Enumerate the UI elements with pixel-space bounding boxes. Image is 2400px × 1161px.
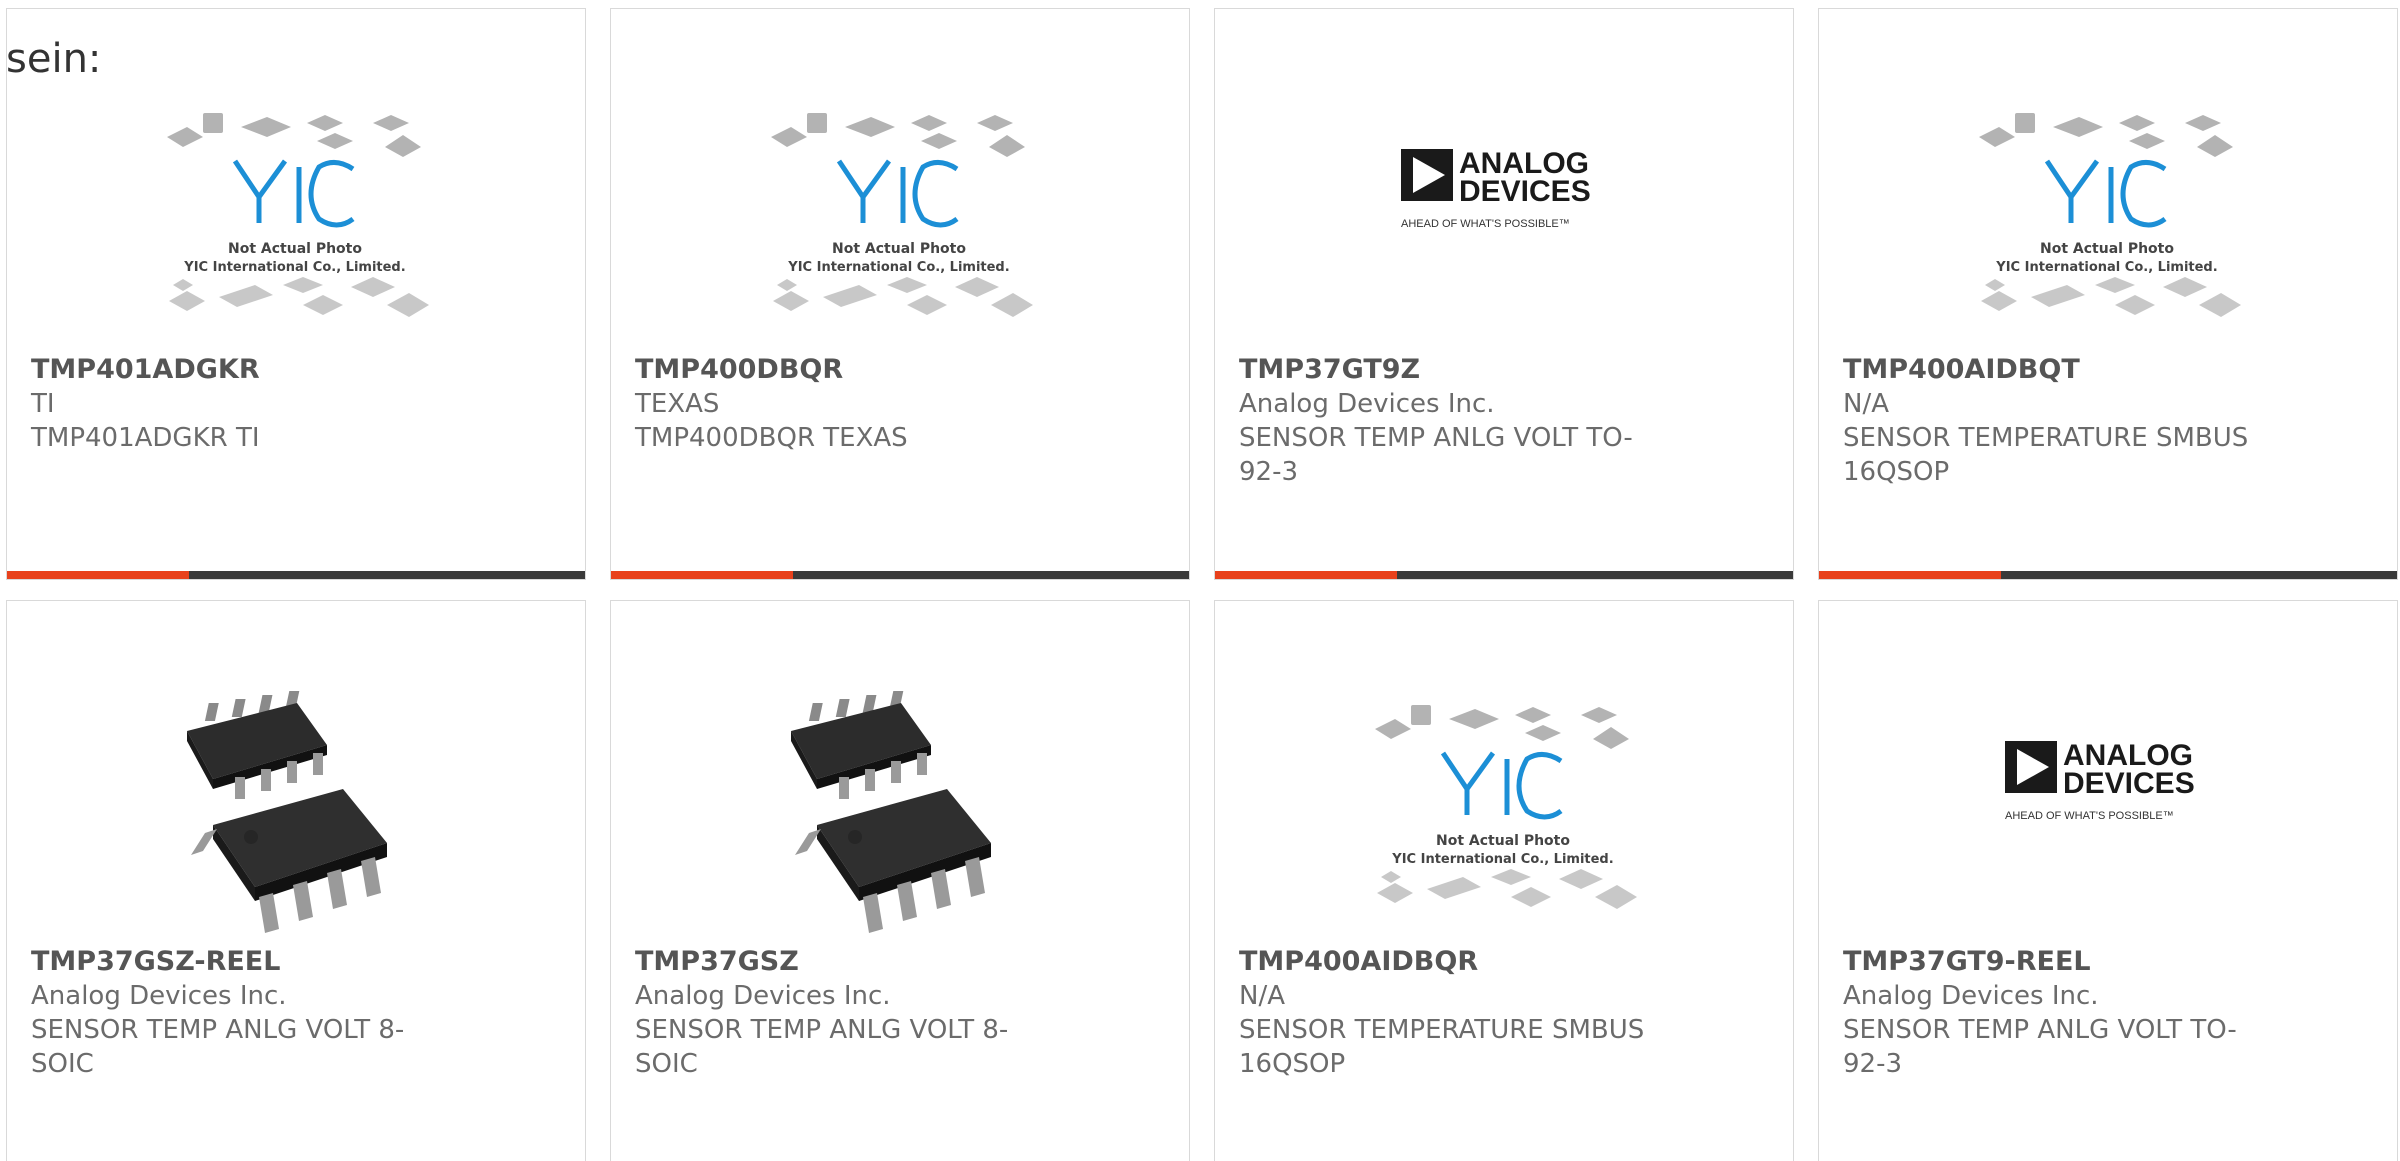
yic-line1: Not Actual Photo	[1436, 833, 1570, 849]
soic-chip-image	[791, 691, 991, 933]
description: SENSOR TEMP ANLG VOLT 8-SOIC	[635, 1015, 1009, 1079]
product-image[interactable]	[751, 683, 1047, 949]
card-bar-accent	[1215, 571, 1397, 579]
yic-line2: YIC International Co., Limited.	[1995, 260, 2217, 275]
manufacturer: TEXAS	[635, 389, 720, 419]
product-info: TMP37GT9-REEL Analog Devices Inc. SENSOR T…	[1843, 945, 2263, 1081]
part-number-link[interactable]: TMP401ADGKR	[31, 353, 451, 387]
card-bottom-bar	[1215, 571, 1793, 579]
manufacturer: N/A	[1843, 389, 1889, 419]
manufacturer: Analog Devices Inc.	[1239, 389, 1495, 419]
product-grid-page: sein: Not Actual Photo YIC International…	[0, 0, 2400, 1161]
product-card[interactable]: Not Actual Photo YIC International Co., …	[1214, 600, 1794, 1161]
product-card[interactable]: Not Actual Photo YIC International Co., …	[6, 8, 586, 580]
product-info: TMP400DBQR TEXAS TMP400DBQR TEXAS	[635, 353, 1055, 455]
manufacturer: Analog Devices Inc.	[1843, 981, 2099, 1011]
intro-text: sein:	[6, 36, 102, 82]
soic-chip-image	[187, 691, 387, 933]
product-info: TMP37GT9Z Analog Devices Inc. SENSOR TEMP …	[1239, 353, 1659, 489]
yic-placeholder-image: Not Actual Photo YIC International Co., …	[167, 113, 429, 317]
product-card[interactable]: ANALOG DEVICES AHEAD OF WHAT'S POSSIBLE™…	[1214, 8, 1794, 580]
adi-logo-line2: DEVICES	[2063, 767, 2195, 800]
product-card[interactable]: Not Actual Photo YIC International Co., …	[610, 8, 1190, 580]
description: SENSOR TEMP ANLG VOLT TO-92-3	[1239, 423, 1633, 487]
product-info: TMP400AIDBQR N/A SENSOR TEMPERATURE SMBUS …	[1239, 945, 1659, 1081]
product-info: TMP400AIDBQT N/A SENSOR TEMPERATURE SMBUS …	[1843, 353, 2263, 489]
manufacturer: TI	[31, 389, 55, 419]
product-image[interactable]: ANALOG DEVICES AHEAD OF WHAT'S POSSIBLE™	[1355, 91, 1651, 357]
card-bar-accent	[1819, 571, 2001, 579]
yic-line1: Not Actual Photo	[832, 241, 966, 257]
part-number-link[interactable]: TMP37GT9-REEL	[1843, 945, 2263, 979]
product-info: TMP37GSZ Analog Devices Inc. SENSOR TEMP A…	[635, 945, 1055, 1081]
manufacturer: Analog Devices Inc.	[635, 981, 891, 1011]
adi-logo-tagline: AHEAD OF WHAT'S POSSIBLE™	[2005, 810, 2174, 822]
part-number-link[interactable]: TMP37GSZ-REEL	[31, 945, 451, 979]
card-bottom-bar	[7, 571, 585, 579]
yic-placeholder-image: Not Actual Photo YIC International Co., …	[771, 113, 1033, 317]
card-bottom-bar	[611, 571, 1189, 579]
description: SENSOR TEMP ANLG VOLT TO-92-3	[1843, 1015, 2237, 1079]
card-bottom-bar	[1819, 571, 2397, 579]
yic-line1: Not Actual Photo	[2040, 241, 2174, 257]
product-card[interactable]: TMP37GSZ Analog Devices Inc. SENSOR TEMP A…	[610, 600, 1190, 1161]
yic-line2: YIC International Co., Limited.	[183, 260, 405, 275]
product-image[interactable]: Not Actual Photo YIC International Co., …	[751, 91, 1047, 357]
product-image[interactable]: Not Actual Photo YIC International Co., …	[1959, 91, 2255, 357]
description: TMP401ADGKR TI	[31, 423, 260, 453]
analog-devices-logo: ANALOG DEVICES AHEAD OF WHAT'S POSSIBLE™	[2005, 739, 2195, 822]
part-number-link[interactable]: TMP37GSZ	[635, 945, 1055, 979]
description: SENSOR TEMP ANLG VOLT 8-SOIC	[31, 1015, 405, 1079]
description: TMP400DBQR TEXAS	[635, 423, 908, 453]
description: SENSOR TEMPERATURE SMBUS 16QSOP	[1843, 423, 2249, 487]
product-image[interactable]: ANALOG DEVICES AHEAD OF WHAT'S POSSIBLE™	[1959, 683, 2255, 949]
card-bar-accent	[7, 571, 189, 579]
description: SENSOR TEMPERATURE SMBUS 16QSOP	[1239, 1015, 1645, 1079]
adi-logo-line2: DEVICES	[1459, 175, 1591, 208]
part-number-link[interactable]: TMP400DBQR	[635, 353, 1055, 387]
part-number-link[interactable]: TMP400AIDBQT	[1843, 353, 2263, 387]
product-info: TMP37GSZ-REEL Analog Devices Inc. SENSOR T…	[31, 945, 451, 1081]
analog-devices-logo: ANALOG DEVICES AHEAD OF WHAT'S POSSIBLE™	[1401, 147, 1591, 230]
part-number-link[interactable]: TMP400AIDBQR	[1239, 945, 1659, 979]
product-image[interactable]: Not Actual Photo YIC International Co., …	[147, 91, 443, 357]
adi-logo-tagline: AHEAD OF WHAT'S POSSIBLE™	[1401, 218, 1570, 230]
product-info: TMP401ADGKR TI TMP401ADGKR TI	[31, 353, 451, 455]
product-image[interactable]	[147, 683, 443, 949]
yic-line2: YIC International Co., Limited.	[1391, 852, 1613, 867]
product-card[interactable]: ANALOG DEVICES AHEAD OF WHAT'S POSSIBLE™…	[1818, 600, 2398, 1161]
manufacturer: N/A	[1239, 981, 1285, 1011]
yic-placeholder-image: Not Actual Photo YIC International Co., …	[1375, 705, 1637, 909]
yic-line2: YIC International Co., Limited.	[787, 260, 1009, 275]
product-card[interactable]: Not Actual Photo YIC International Co., …	[1818, 8, 2398, 580]
product-card[interactable]: TMP37GSZ-REEL Analog Devices Inc. SENSOR T…	[6, 600, 586, 1161]
product-grid: Not Actual Photo YIC International Co., …	[6, 8, 2400, 1161]
part-number-link[interactable]: TMP37GT9Z	[1239, 353, 1659, 387]
card-bar-accent	[611, 571, 793, 579]
product-image[interactable]: Not Actual Photo YIC International Co., …	[1355, 683, 1651, 949]
yic-placeholder-image: Not Actual Photo YIC International Co., …	[1979, 113, 2241, 317]
manufacturer: Analog Devices Inc.	[31, 981, 287, 1011]
yic-line1: Not Actual Photo	[228, 241, 362, 257]
